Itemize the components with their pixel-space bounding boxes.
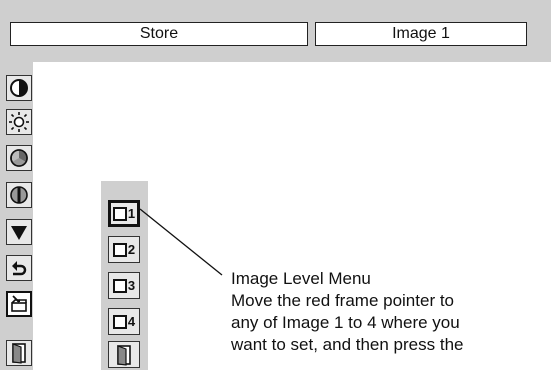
callout-line: any of Image 1 to 4 where you [231, 313, 460, 332]
callout-line: Move the red frame pointer to [231, 291, 455, 310]
callout-line: want to set, and then press the [231, 335, 464, 354]
callout-text: Image Level Menu Move the red frame poin… [231, 268, 551, 356]
callout-title: Image Level Menu [231, 269, 371, 288]
